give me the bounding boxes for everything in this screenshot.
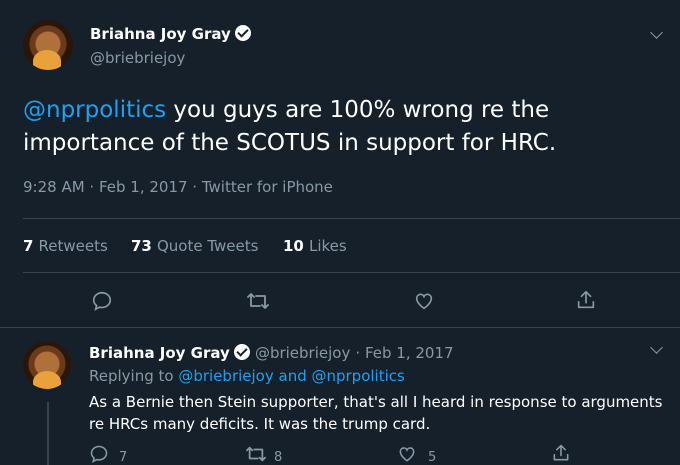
retweet-icon[interactable] — [245, 444, 267, 464]
likes-label: Likes — [308, 237, 347, 255]
quotes-count: 73 — [131, 237, 152, 255]
divider — [23, 272, 680, 273]
reply-author-handle[interactable]: @briebriejoy — [255, 344, 350, 362]
quote-tweets-stat[interactable]: 73 Quote Tweets — [131, 236, 258, 255]
retweets-count: 7 — [23, 237, 34, 255]
replying-to: Replying to @briebriejoy and @nprpolitic… — [89, 367, 405, 385]
share-icon[interactable] — [551, 443, 571, 463]
share-icon[interactable] — [575, 289, 597, 311]
reply-count: 7 — [119, 450, 128, 465]
author-handle[interactable]: @briebriejoy — [90, 49, 185, 67]
retweet-count: 8 — [274, 450, 283, 465]
retweets-label: Retweets — [38, 237, 108, 255]
divider — [0, 327, 680, 328]
thread-line — [47, 402, 49, 465]
quotes-label: Quote Tweets — [156, 237, 259, 255]
verified-icon — [233, 344, 250, 360]
author-name[interactable]: Briahna Joy Gray — [90, 25, 231, 43]
likes-stat[interactable]: 10 Likes — [283, 236, 347, 255]
chevron-down-icon[interactable] — [650, 341, 663, 354]
reply-icon[interactable] — [91, 290, 113, 312]
tweet-text: @nprpolitics you guys are 100% wrong re … — [23, 94, 643, 160]
tweet-timestamp[interactable]: 9:28 AM · Feb 1, 2017 · Twitter for iPho… — [23, 178, 333, 196]
avatar[interactable] — [23, 20, 73, 70]
replying-to-prefix: Replying to — [89, 367, 179, 385]
like-icon[interactable] — [397, 444, 417, 464]
reply-date[interactable]: · Feb 1, 2017 — [355, 344, 453, 362]
reply-author-name[interactable]: Briahna Joy Gray — [89, 344, 230, 362]
divider — [23, 218, 680, 219]
likes-count: 10 — [283, 237, 304, 255]
like-count: 5 — [428, 450, 437, 465]
reply-header: Briahna Joy Gray @briebriejoy · Feb 1, 2… — [89, 343, 454, 362]
author-header: Briahna Joy Gray — [90, 24, 251, 43]
mention-link[interactable]: @nprpolitics — [23, 97, 166, 123]
chevron-down-icon[interactable] — [650, 26, 663, 39]
reply-text: As a Bernie then Stein supporter, that's… — [89, 393, 663, 433]
retweet-icon[interactable] — [246, 290, 270, 312]
retweets-stat[interactable]: 7 Retweets — [23, 236, 108, 255]
replying-to-links[interactable]: @briebriejoy and @nprpolitics — [178, 367, 405, 385]
reply-icon[interactable] — [89, 444, 109, 464]
reply-avatar[interactable] — [23, 341, 71, 389]
verified-icon — [234, 25, 251, 41]
like-icon[interactable] — [413, 290, 435, 312]
